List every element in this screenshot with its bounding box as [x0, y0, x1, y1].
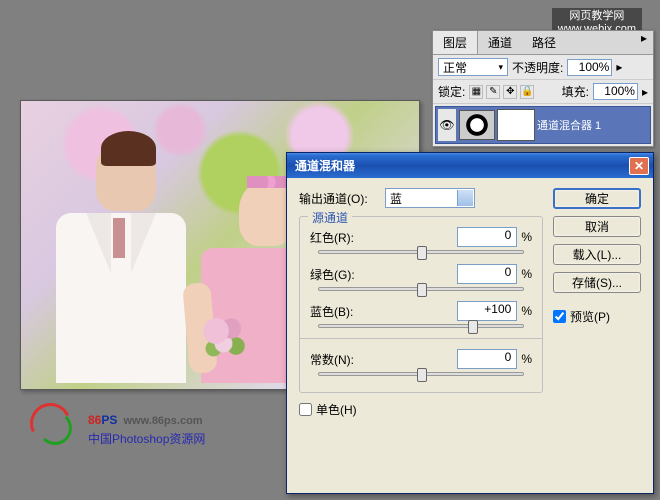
opacity-flyout-icon[interactable]: ▸ — [616, 60, 622, 74]
layers-panel: 图层 通道 路径 ▸ 正常 不透明度: 100% ▸ 锁定: ▦ ✎ ✥ 🔒 填… — [432, 30, 654, 147]
save-button[interactable]: 存储(S)... — [553, 272, 641, 293]
blue-input[interactable]: +100 — [457, 301, 517, 321]
blue-slider-row: 蓝色(B): +100 % — [310, 301, 532, 328]
logo-86: 86 — [88, 413, 101, 427]
logo-url: www.86ps.com — [124, 415, 203, 427]
red-label: 红色(R): — [310, 229, 370, 246]
slider-thumb[interactable] — [417, 368, 427, 382]
source-channels-group: 源通道 红色(R): 0 % 绿色(G): 0 % — [299, 216, 543, 393]
visibility-toggle[interactable]: 👁 — [438, 109, 456, 141]
fill-label: 填充: — [562, 83, 589, 100]
bouquet — [201, 316, 251, 366]
red-slider[interactable] — [318, 250, 524, 254]
watermark-logo: 86PS www.86ps.com 中国Photoshop资源网 — [30, 400, 280, 450]
opacity-input[interactable]: 100% — [567, 59, 612, 76]
output-channel-select[interactable]: 蓝 — [385, 188, 475, 208]
lock-paint-icon[interactable]: ✎ — [486, 85, 500, 99]
constant-slider-row: 常数(N): 0 % — [310, 349, 532, 376]
logo-ps: PS — [101, 413, 117, 427]
blend-mode-select[interactable]: 正常 — [438, 58, 508, 76]
layer-name[interactable]: 通道混合器 1 — [537, 117, 601, 133]
pct-label: % — [521, 230, 532, 244]
blue-label: 蓝色(B): — [310, 303, 370, 320]
lock-label: 锁定: — [438, 83, 465, 100]
adjustment-thumb[interactable] — [459, 110, 495, 140]
constant-input[interactable]: 0 — [457, 349, 517, 369]
green-label: 绿色(G): — [310, 266, 370, 283]
tab-paths[interactable]: 路径 — [522, 31, 566, 54]
source-channels-title: 源通道 — [308, 209, 352, 226]
opacity-label: 不透明度: — [512, 59, 563, 76]
monochrome-label: 单色(H) — [316, 401, 357, 418]
load-button[interactable]: 载入(L)... — [553, 244, 641, 265]
pct-label: % — [521, 352, 532, 366]
slider-thumb[interactable] — [417, 283, 427, 297]
lock-move-icon[interactable]: ✥ — [503, 85, 517, 99]
figure-man — [56, 141, 196, 386]
blue-slider[interactable] — [318, 324, 524, 328]
green-slider[interactable] — [318, 287, 524, 291]
eye-icon: 👁 — [439, 118, 454, 132]
green-slider-row: 绿色(G): 0 % — [310, 264, 532, 291]
mask-thumb[interactable] — [498, 110, 534, 140]
panel-menu-icon[interactable]: ▸ — [635, 31, 653, 54]
preview-checkbox[interactable] — [553, 310, 566, 323]
pct-label: % — [521, 304, 532, 318]
lock-all-icon[interactable]: 🔒 — [520, 85, 534, 99]
tab-channels[interactable]: 通道 — [478, 31, 522, 54]
constant-slider[interactable] — [318, 372, 524, 376]
fill-input[interactable]: 100% — [593, 83, 638, 100]
logo-swirl-icon — [30, 403, 80, 448]
slider-thumb[interactable] — [468, 320, 478, 334]
close-button[interactable]: ✕ — [629, 157, 649, 175]
ok-button[interactable]: 确定 — [553, 188, 641, 209]
layer-row[interactable]: 👁 通道混合器 1 — [435, 106, 651, 144]
dialog-title: 通道混和器 — [295, 157, 355, 174]
dialog-titlebar[interactable]: 通道混和器 ✕ — [287, 153, 653, 178]
divider — [300, 338, 542, 339]
blend-mode-value: 正常 — [443, 59, 467, 76]
cancel-button[interactable]: 取消 — [553, 216, 641, 237]
tab-layers[interactable]: 图层 — [433, 31, 478, 54]
channel-mixer-dialog: 通道混和器 ✕ 输出通道(O): 蓝 源通道 红色(R): 0 % — [286, 152, 654, 494]
red-slider-row: 红色(R): 0 % — [310, 227, 532, 254]
output-channel-value: 蓝 — [390, 190, 402, 207]
lock-transparency-icon[interactable]: ▦ — [469, 85, 483, 99]
green-input[interactable]: 0 — [457, 264, 517, 284]
slider-thumb[interactable] — [417, 246, 427, 260]
close-icon: ✕ — [634, 159, 644, 173]
logo-subtitle: 中国Photoshop资源网 — [88, 430, 205, 447]
red-input[interactable]: 0 — [457, 227, 517, 247]
pct-label: % — [521, 267, 532, 281]
constant-label: 常数(N): — [310, 351, 370, 368]
fill-flyout-icon[interactable]: ▸ — [642, 85, 648, 99]
preview-label: 预览(P) — [570, 308, 610, 325]
output-channel-label: 输出通道(O): — [299, 190, 379, 207]
monochrome-checkbox[interactable] — [299, 403, 312, 416]
